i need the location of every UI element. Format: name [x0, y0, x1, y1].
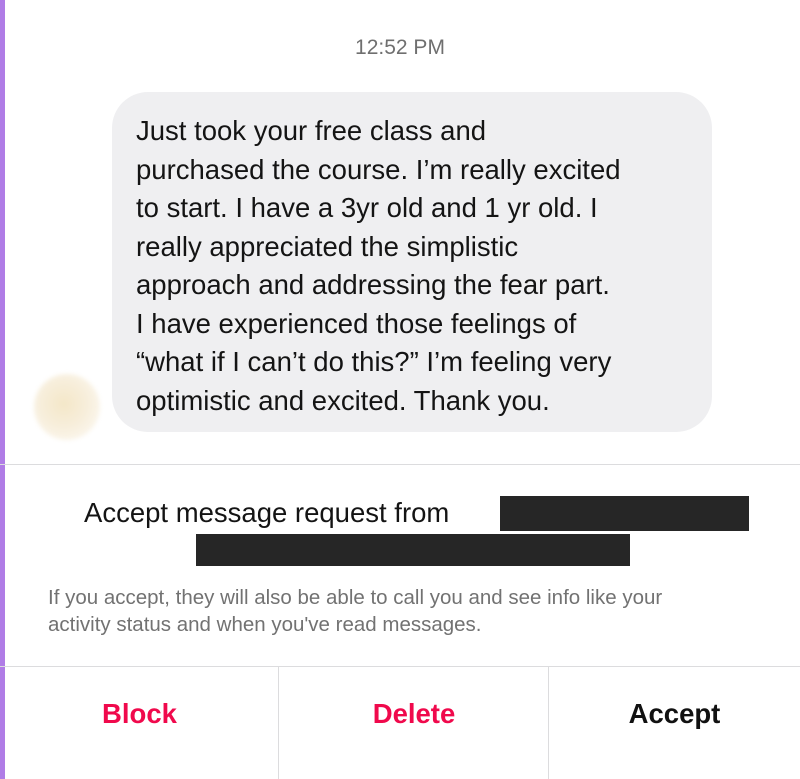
request-title: Accept message request from	[84, 497, 450, 528]
redacted-sender-name-continued	[196, 534, 630, 566]
request-info-text: If you accept, they will also be able to…	[48, 584, 788, 638]
message-line: “what if I can’t do this?” I’m feeling v…	[136, 346, 612, 377]
info-line: activity status and when you've read mes…	[48, 613, 482, 636]
message-bubble[interactable]: Just took your free class and purchased …	[112, 92, 712, 432]
message-line: purchased the course. I’m really excited	[136, 153, 621, 185]
info-line: If you accept, they will also be able to…	[48, 586, 663, 609]
message-line: approach and addressing the fear part.	[136, 269, 610, 300]
message-line: Just took your free class and	[136, 115, 487, 146]
sender-avatar[interactable]	[34, 374, 100, 440]
block-button[interactable]: Block	[0, 666, 279, 762]
divider	[0, 464, 800, 465]
message-line: optimistic and excited. Thank you.	[136, 384, 550, 416]
window-edge-accent	[0, 0, 5, 779]
message-line: to start. I have a 3yr old and 1 yr old.…	[136, 192, 598, 223]
message-line: really appreciated the simplistic	[136, 230, 519, 262]
message-text: Just took your free class and purchased …	[136, 112, 688, 420]
accept-button[interactable]: Accept	[549, 666, 800, 762]
redacted-sender-name	[500, 496, 749, 531]
message-line: I have experienced those feelings of	[136, 307, 577, 339]
delete-button[interactable]: Delete	[279, 666, 549, 762]
message-timestamp: 12:52 PM	[355, 36, 445, 59]
